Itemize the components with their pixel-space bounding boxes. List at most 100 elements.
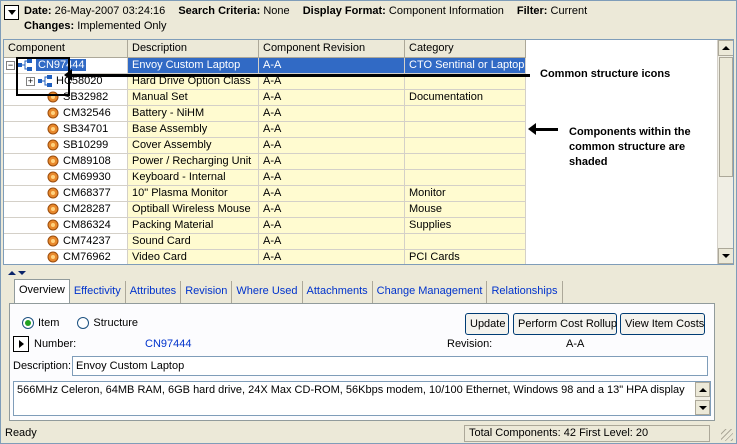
component-cell[interactable]: SB34701 [4, 122, 128, 138]
tab-attachments[interactable]: Attachments [303, 281, 373, 303]
status-ready: Ready [5, 427, 37, 439]
description-cell[interactable]: Video Card [128, 250, 259, 264]
description-cell[interactable]: Keyboard - Internal [128, 170, 259, 186]
annotation-icons-note: Common structure icons [540, 68, 671, 80]
scroll-thumb[interactable] [719, 57, 733, 177]
tab-where-used[interactable]: Where Used [232, 281, 303, 303]
table-row[interactable]: SB34701 Base Assembly A-A [4, 122, 526, 138]
item-radio[interactable] [22, 317, 34, 329]
category-cell[interactable] [405, 170, 526, 186]
component-cell[interactable]: CM89108 [4, 154, 128, 170]
component-cell[interactable]: CM76962 [4, 250, 128, 264]
column-header-category[interactable]: Category [405, 40, 526, 58]
component-cell[interactable]: SB10299 [4, 138, 128, 154]
description-cell[interactable]: Base Assembly [128, 122, 259, 138]
category-cell[interactable] [405, 234, 526, 250]
table-row[interactable]: CM32546 Battery - NiHM A-A [4, 106, 526, 122]
arrow-up-icon [698, 387, 707, 392]
item-radio-label[interactable]: Item [38, 317, 59, 329]
structure-radio-label[interactable]: Structure [93, 317, 138, 329]
table-row[interactable]: CM69930 Keyboard - Internal A-A [4, 170, 526, 186]
view-item-costs-button[interactable]: View Item Costs [620, 313, 705, 335]
component-cell[interactable]: CM69930 [4, 170, 128, 186]
category-cell[interactable]: PCI Cards [405, 250, 526, 264]
table-row[interactable]: SB10299 Cover Assembly A-A [4, 138, 526, 154]
header-collapse-button[interactable] [4, 5, 19, 20]
description-cell[interactable]: Packing Material [128, 218, 259, 234]
category-cell[interactable] [405, 106, 526, 122]
revision-cell[interactable]: A-A [259, 186, 405, 202]
header-line-2: Changes: Implemented Only [24, 20, 166, 32]
annotation-shaded-note: Components within the common structure a… [569, 126, 691, 168]
revision-cell[interactable]: A-A [259, 154, 405, 170]
revision-cell[interactable]: A-A [259, 234, 405, 250]
revision-cell[interactable]: A-A [259, 250, 405, 264]
scroll-down-button[interactable] [695, 400, 710, 415]
header-line-1: Date: 26-May-2007 03:24:16 Search Criter… [24, 5, 587, 17]
update-button[interactable]: Update [465, 313, 509, 335]
tab-relationships[interactable]: Relationships [487, 281, 563, 303]
resize-grip-icon[interactable] [721, 429, 733, 441]
category-cell[interactable] [405, 154, 526, 170]
structure-radio[interactable] [77, 317, 90, 329]
table-row[interactable]: CM86324 Packing Material A-A Supplies [4, 218, 526, 234]
scroll-up-button[interactable] [718, 40, 733, 56]
description-cell[interactable]: Envoy Custom Laptop [128, 58, 259, 74]
tab-effectivity[interactable]: Effectivity [70, 281, 126, 303]
column-header-description[interactable]: Description [128, 40, 259, 58]
description-field[interactable] [72, 356, 708, 376]
category-cell[interactable]: Supplies [405, 218, 526, 234]
description-cell[interactable]: Sound Card [128, 234, 259, 250]
grid-vertical-scrollbar[interactable] [717, 40, 733, 264]
collapse-node-icon[interactable]: − [6, 60, 15, 70]
number-expand-button[interactable] [13, 336, 29, 352]
component-cell[interactable]: CM68377 [4, 186, 128, 202]
category-cell[interactable]: Monitor [405, 186, 526, 202]
table-row[interactable]: − CN97444 Envoy Custom Laptop A-A CTO Sentin… [4, 58, 526, 74]
number-value[interactable]: CN97444 [145, 338, 191, 350]
tab-attributes[interactable]: Attributes [126, 281, 182, 303]
table-row[interactable]: CM76962 Video Card A-A PCI Cards [4, 250, 526, 264]
long-description-scrollbar[interactable] [695, 382, 710, 415]
table-row[interactable]: CM74237 Sound Card A-A [4, 234, 526, 250]
tab-overview[interactable]: Overview [14, 279, 70, 303]
component-cell[interactable]: CM28287 [4, 202, 128, 218]
category-cell[interactable] [405, 122, 526, 138]
scroll-down-button[interactable] [718, 248, 733, 264]
description-cell[interactable]: 10" Plasma Monitor [128, 186, 259, 202]
scroll-up-button[interactable] [695, 382, 710, 397]
column-header-revision[interactable]: Component Revision [259, 40, 405, 58]
table-row[interactable]: CM89108 Power / Recharging Unit A-A [4, 154, 526, 170]
category-cell[interactable]: CTO Sentinal or Laptop [405, 58, 526, 74]
description-cell[interactable]: Power / Recharging Unit [128, 154, 259, 170]
category-cell[interactable]: Mouse [405, 202, 526, 218]
revision-cell[interactable]: A-A [259, 122, 405, 138]
description-cell[interactable]: Cover Assembly [128, 138, 259, 154]
column-header-component[interactable]: Component [4, 40, 128, 58]
component-part-icon [47, 251, 59, 263]
pane-splitter[interactable] [8, 266, 38, 275]
revision-cell[interactable]: A-A [259, 106, 405, 122]
revision-cell[interactable]: A-A [259, 170, 405, 186]
revision-cell[interactable]: A-A [259, 90, 405, 106]
description-cell[interactable]: Battery - NiHM [128, 106, 259, 122]
component-cell[interactable]: CM86324 [4, 218, 128, 234]
tab-change-management[interactable]: Change Management [373, 281, 488, 303]
category-cell[interactable]: Documentation [405, 90, 526, 106]
revision-cell[interactable]: A-A [259, 218, 405, 234]
revision-cell[interactable]: A-A [259, 202, 405, 218]
component-cell[interactable]: CM74237 [4, 234, 128, 250]
description-cell[interactable]: Manual Set [128, 90, 259, 106]
category-cell[interactable] [405, 138, 526, 154]
tab-revision[interactable]: Revision [181, 281, 233, 303]
component-cell[interactable]: CM32546 [4, 106, 128, 122]
long-description-field[interactable]: 566MHz Celeron, 64MB RAM, 6GB hard drive… [13, 381, 711, 416]
table-row[interactable]: SB32982 Manual Set A-A Documentation [4, 90, 526, 106]
revision-cell[interactable]: A-A [259, 58, 405, 74]
long-description-text: 566MHz Celeron, 64MB RAM, 6GB hard drive… [17, 384, 685, 396]
description-cell[interactable]: Optiball Wireless Mouse [128, 202, 259, 218]
table-row[interactable]: CM68377 10" Plasma Monitor A-A Monitor [4, 186, 526, 202]
table-row[interactable]: CM28287 Optiball Wireless Mouse A-A Mouse [4, 202, 526, 218]
revision-cell[interactable]: A-A [259, 138, 405, 154]
cost-rollup-button[interactable]: Perform Cost Rollup [513, 313, 617, 335]
